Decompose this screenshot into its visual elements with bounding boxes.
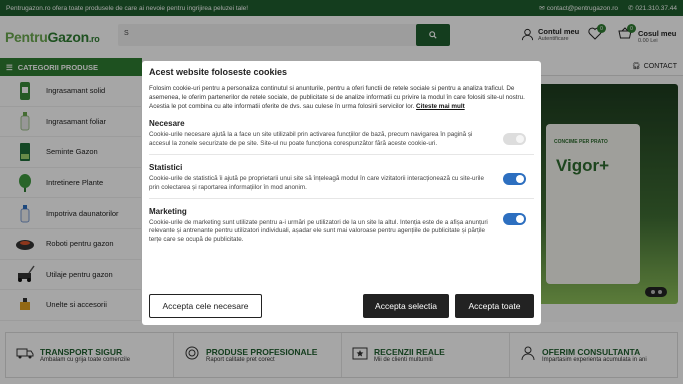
cookie-intro-text: Folosim cookie-uri pentru a personaliza … — [149, 85, 525, 110]
cookie-actions: Accepta cele necesare Accepta selectia A… — [149, 294, 534, 318]
cookie-section-title: Marketing — [149, 206, 187, 216]
cookie-consent-dialog: Acest website foloseste cookies Folosim … — [142, 61, 541, 325]
read-more-link[interactable]: Citeste mai mult — [416, 103, 465, 110]
cookie-section-desc: Cookie-urile de statistică îi ajută pe p… — [149, 174, 484, 191]
accept-selection-button[interactable]: Accepta selectia — [363, 294, 449, 318]
divider — [149, 153, 534, 155]
cookie-section-desc: Cookie-urile necesare ajută la a face un… — [149, 131, 473, 148]
cookie-intro: Folosim cookie-uri pentru a personaliza … — [149, 85, 534, 111]
cookie-section-desc: Cookie-urile de marketing sunt utilizate… — [149, 218, 488, 244]
necesare-toggle — [503, 133, 526, 146]
cookie-section-title: Statistici — [149, 162, 183, 172]
statistici-toggle[interactable] — [503, 172, 526, 185]
divider — [149, 197, 534, 199]
cookie-section-title: Necesare — [149, 119, 185, 129]
accept-necessary-button[interactable]: Accepta cele necesare — [149, 294, 262, 318]
cookie-section-statistici: Statistici Cookie-urile de statistică îi… — [149, 163, 534, 193]
cookie-section-marketing: Marketing Cookie-urile de marketing sunt… — [149, 207, 534, 245]
marketing-toggle[interactable] — [503, 212, 526, 225]
accept-all-button[interactable]: Accepta toate — [455, 294, 534, 318]
cookie-dialog-title: Acest website foloseste cookies — [149, 67, 288, 77]
cookie-section-necesare: Necesare Cookie-urile necesare ajută la … — [149, 119, 534, 149]
